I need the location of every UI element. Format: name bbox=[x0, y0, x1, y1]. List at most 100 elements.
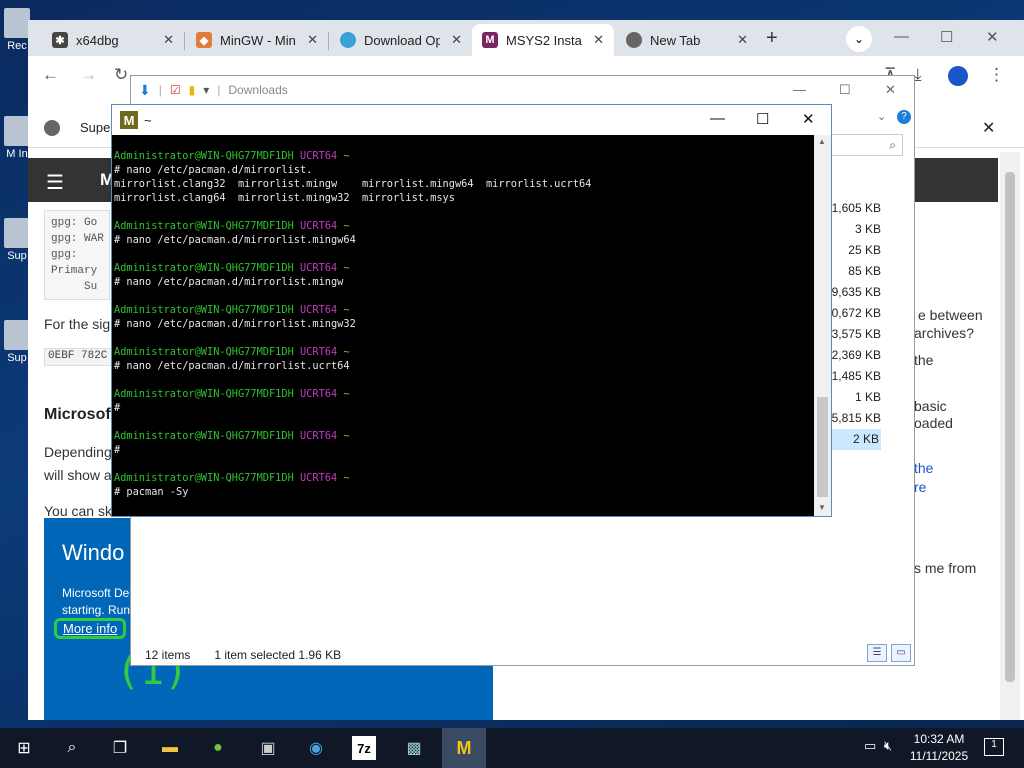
terminal-title: ~ bbox=[144, 112, 152, 128]
prompt-env: UCRT64 bbox=[293, 220, 338, 232]
explorer-title: Downloads bbox=[228, 83, 288, 97]
terminal-prompt: Administrator@WIN-QHG77MDF1DH UCRT64 ~ bbox=[114, 219, 814, 233]
close-icon[interactable]: ✕ bbox=[593, 32, 604, 48]
recycle-bin-icon bbox=[4, 8, 30, 38]
reload-button[interactable]: ↻ bbox=[114, 65, 128, 85]
page-link-fragment[interactable]: re bbox=[914, 479, 926, 495]
tab-new-tab[interactable]: New Tab ✕ bbox=[616, 24, 758, 56]
paragraph-will-show: will show a bbox=[44, 467, 112, 483]
taskbar: ⊞ ⌕ ❐ ▬ ● ▣ ◉ 7z ▩ M ▭ 🔇︎ 10:32 AM 11/11… bbox=[0, 728, 1024, 768]
close-icon[interactable]: ✕ bbox=[982, 118, 995, 138]
terminal-command: # bbox=[114, 444, 121, 456]
close-icon[interactable]: ✕ bbox=[163, 32, 174, 48]
folder-icon[interactable]: ▮ bbox=[189, 83, 196, 97]
close-button[interactable]: ✕ bbox=[802, 110, 815, 128]
large-icons-view-icon[interactable]: ▭ bbox=[891, 644, 911, 662]
prompt-path: ~ bbox=[337, 430, 350, 442]
close-button[interactable]: ✕ bbox=[885, 82, 896, 98]
chrome-icon[interactable]: ● bbox=[204, 734, 232, 762]
prompt-user: Administrator@WIN-QHG77MDF1DH bbox=[114, 150, 294, 162]
prompt-user: Administrator@WIN-QHG77MDF1DH bbox=[114, 472, 294, 484]
terminal-prompt: Administrator@WIN-QHG77MDF1DH UCRT64 ~ bbox=[114, 149, 814, 163]
close-icon[interactable]: ✕ bbox=[451, 32, 462, 48]
msys2-icon[interactable]: M bbox=[442, 728, 486, 768]
more-info-link[interactable]: More info bbox=[54, 618, 127, 639]
network-app-icon[interactable]: ▩ bbox=[400, 734, 428, 762]
prompt-env: UCRT64 bbox=[293, 346, 338, 358]
minimize-button[interactable]: — bbox=[710, 110, 725, 127]
tab-x64dbg[interactable]: ✱ x64dbg ✕ bbox=[42, 24, 184, 56]
maximize-button[interactable]: ☐ bbox=[756, 110, 769, 128]
close-button[interactable]: ✕ bbox=[986, 28, 999, 46]
close-icon[interactable]: ✕ bbox=[307, 32, 318, 48]
network-icon[interactable]: ▭ bbox=[864, 738, 876, 753]
terminal-prompt: Administrator@WIN-QHG77MDF1DH UCRT64 ~ bbox=[114, 303, 814, 317]
prompt-path: ~ bbox=[337, 220, 350, 232]
terminal-command: # nano /etc/pacman.d/mirrorlist.mingw bbox=[114, 276, 344, 288]
page-scrollbar[interactable] bbox=[1000, 152, 1020, 720]
prompt-user: Administrator@WIN-QHG77MDF1DH bbox=[114, 304, 294, 316]
explorer-status-bar: 12 items 1 item selected 1.96 KB bbox=[145, 648, 341, 662]
prompt-user: Administrator@WIN-QHG77MDF1DH bbox=[114, 388, 294, 400]
page-link-fragment[interactable]: the bbox=[914, 460, 933, 476]
volume-icon[interactable]: 🔇︎ bbox=[884, 738, 892, 753]
tab-mingw[interactable]: ◆ MinGW - Min ✕ bbox=[186, 24, 328, 56]
page-text-fragment: the bbox=[914, 352, 934, 368]
prompt-env: UCRT64 bbox=[293, 388, 338, 400]
menu-icon[interactable]: ⋮ bbox=[988, 65, 1005, 85]
terminal-output[interactable]: Administrator@WIN-QHG77MDF1DH UCRT64 ~ # … bbox=[114, 149, 814, 509]
separator: | bbox=[158, 83, 162, 97]
downloads-icon[interactable]: ⤓ bbox=[914, 65, 922, 85]
start-icon[interactable]: ⊞ bbox=[10, 734, 38, 762]
installer-icon bbox=[4, 116, 30, 146]
help-icon[interactable]: ? bbox=[897, 110, 911, 124]
minimize-button[interactable]: — bbox=[894, 28, 909, 45]
scroll-up-icon[interactable]: ▲ bbox=[818, 137, 826, 146]
browser-icon[interactable]: ◉ bbox=[302, 734, 330, 762]
minimize-button[interactable]: — bbox=[793, 82, 806, 97]
hamburger-icon[interactable]: ☰ bbox=[46, 170, 64, 195]
forward-button[interactable]: → bbox=[80, 65, 97, 85]
tab-msys2-installer[interactable]: M MSYS2 Installe ✕ bbox=[472, 24, 614, 56]
maximize-button[interactable]: ☐ bbox=[940, 28, 953, 46]
prompt-user: Administrator@WIN-QHG77MDF1DH bbox=[114, 262, 294, 274]
terminal-scrollbar[interactable]: ▲ ▼ bbox=[814, 135, 831, 516]
prompt-path: ~ bbox=[337, 304, 350, 316]
tab-download-options[interactable]: Download Op ✕ bbox=[330, 24, 472, 56]
chevron-down-icon[interactable]: ⌄ bbox=[877, 110, 886, 123]
prompt-path: ~ bbox=[337, 388, 350, 400]
scrollbar-thumb[interactable] bbox=[1005, 172, 1015, 682]
file-explorer-icon[interactable]: ▬ bbox=[156, 734, 184, 762]
close-icon[interactable]: ✕ bbox=[737, 32, 748, 48]
chrome-icon bbox=[626, 32, 642, 48]
page-text-fragment: s me from bbox=[914, 560, 977, 576]
new-tab-button[interactable]: + bbox=[766, 27, 778, 50]
task-view-icon[interactable]: ❐ bbox=[106, 734, 134, 762]
chevron-down-icon[interactable]: ▾ bbox=[203, 83, 209, 97]
tab-separator bbox=[184, 32, 185, 50]
terminal-icon[interactable]: ▣ bbox=[254, 734, 282, 762]
prompt-path: ~ bbox=[337, 150, 350, 162]
terminal-prompt: Administrator@WIN-QHG77MDF1DH UCRT64 ~ bbox=[114, 387, 814, 401]
clock[interactable]: 10:32 AM 11/11/2025 bbox=[908, 731, 970, 765]
tab-search-button[interactable]: ⌄ bbox=[846, 26, 872, 52]
search-icon[interactable]: ⌕ bbox=[831, 134, 903, 156]
back-button[interactable]: ← bbox=[42, 65, 59, 85]
properties-icon[interactable]: ☑ bbox=[170, 83, 181, 97]
7zip-icon[interactable]: 7z bbox=[352, 736, 376, 760]
notification-icon[interactable]: 1 bbox=[984, 738, 1004, 756]
scroll-down-icon[interactable]: ▼ bbox=[818, 503, 826, 512]
profile-avatar[interactable] bbox=[948, 66, 968, 86]
scrollbar-thumb[interactable] bbox=[817, 397, 828, 497]
details-view-icon[interactable]: ☰ bbox=[867, 644, 887, 662]
terminal-command: # nano /etc/pacman.d/mirrorlist. bbox=[114, 164, 313, 176]
support-icon bbox=[4, 320, 30, 350]
page-text-fragment: oaded bbox=[914, 415, 953, 431]
terminal-output-line: mirrorlist.clang32 mirrorlist.mingw mirr… bbox=[114, 178, 592, 190]
search-icon[interactable]: ⌕ bbox=[58, 734, 86, 762]
msys2-icon: M bbox=[120, 111, 138, 129]
maximize-button[interactable]: ☐ bbox=[839, 82, 851, 98]
